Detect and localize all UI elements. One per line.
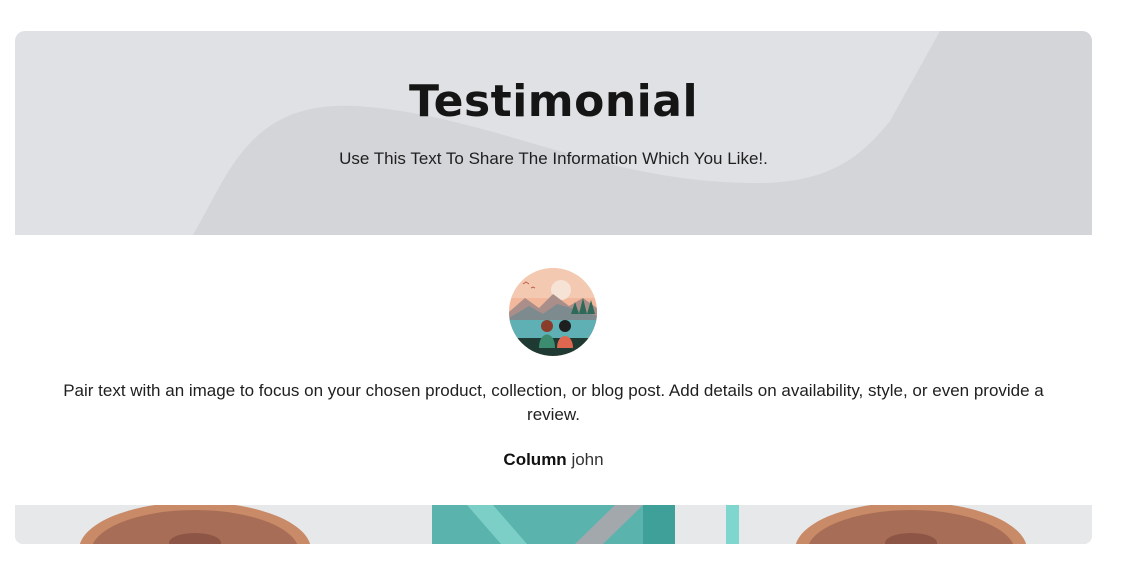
testimonial-avatar [509,268,597,356]
hero-background-shape [193,31,1092,235]
landscape-couple-icon [509,268,597,356]
next-section-images-preview [15,505,1092,544]
testimonial-author: Column john [0,449,1107,471]
author-name: john [571,450,604,469]
page-subtitle: Use This Text To Share The Information W… [339,149,768,168]
testimonial-hero-banner: Testimonial Use This Text To Share The I… [15,31,1092,235]
page-title: Testimonial [408,76,699,127]
author-label: Column [503,450,567,469]
testimonial-quote: Pair text with an image to focus on your… [63,381,1044,424]
product-images-strip [15,505,1092,544]
